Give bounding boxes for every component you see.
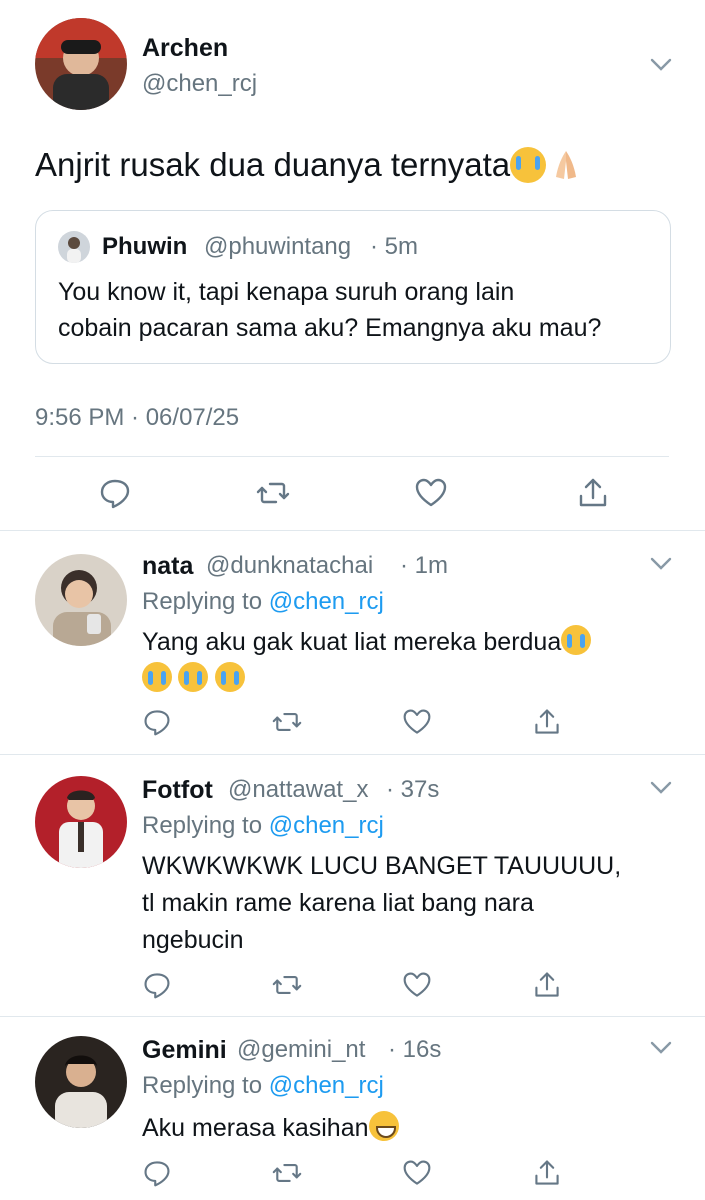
chevron-down-icon[interactable] (650, 781, 672, 795)
divider (0, 530, 705, 531)
reply-age: · 37s (386, 776, 440, 803)
separator (35, 456, 669, 457)
tweet-timestamp[interactable]: 9:56 PM · 06/07/25 (35, 404, 239, 432)
retweet-icon[interactable] (272, 1158, 302, 1188)
reply-icon[interactable] (98, 476, 132, 510)
chevron-down-icon[interactable] (650, 557, 672, 571)
reply-icon[interactable] (142, 707, 172, 737)
replying-handle-link[interactable]: @chen_rcj (269, 1072, 384, 1099)
quoted-tweet-card[interactable]: Phuwin @phuwintang · 5m You know it, tap… (35, 210, 671, 364)
divider (0, 754, 705, 755)
quoted-author-name: Phuwin (102, 233, 188, 260)
share-icon[interactable] (576, 476, 610, 510)
avatar-gemini[interactable] (35, 1036, 127, 1128)
author-handle[interactable]: @chen_rcj (142, 70, 257, 98)
reply-author-name[interactable]: Fotfot (142, 776, 213, 805)
replying-to: Replying to @chen_rcj (142, 812, 384, 840)
avatar-archen[interactable] (35, 18, 127, 110)
reply-age: · 1m (400, 552, 448, 579)
retweet-icon[interactable] (256, 476, 290, 510)
replying-to: Replying to @chen_rcj (142, 588, 384, 616)
like-icon[interactable] (402, 1158, 432, 1188)
quoted-text-line-2: cobain pacaran sama aku? Emangnya aku ma… (58, 314, 602, 342)
avatar-phuwin (58, 231, 90, 263)
chevron-down-icon[interactable] (650, 58, 672, 72)
chevron-down-icon[interactable] (650, 1041, 672, 1055)
replying-prefix: Replying to (142, 588, 263, 615)
reply-icon[interactable] (142, 1158, 172, 1188)
replying-prefix: Replying to (142, 1072, 263, 1099)
like-icon[interactable] (402, 970, 432, 1000)
tweet-text-content: Anjrit rusak dua duanya ternyata (35, 146, 511, 183)
reply-age: · 16s (388, 1036, 442, 1063)
reply-icon[interactable] (142, 970, 172, 1000)
loudly-crying-face-emoji (178, 662, 209, 692)
replying-handle-link[interactable]: @chen_rcj (269, 812, 384, 839)
retweet-icon[interactable] (272, 970, 302, 1000)
loudly-crying-face-emoji (214, 662, 245, 692)
share-icon[interactable] (532, 1158, 562, 1188)
reply-text: Aku merasa kasihan (142, 1110, 401, 1146)
quoted-text-line-1: You know it, tapi kenapa suruh orang lai… (58, 278, 515, 306)
retweet-icon[interactable] (272, 707, 302, 737)
share-icon[interactable] (532, 707, 562, 737)
loudly-crying-face-emoji (142, 662, 172, 692)
reply-author-handle[interactable]: @nattawat_x (228, 776, 368, 804)
divider (0, 1016, 705, 1017)
reply-emoji-row (142, 662, 247, 692)
reply-text-content: Aku merasa kasihan (142, 1114, 369, 1142)
reply-author-handle[interactable]: @dunknatachai (206, 552, 373, 580)
author-name[interactable]: Archen (142, 34, 228, 63)
like-icon[interactable] (402, 707, 432, 737)
share-icon[interactable] (532, 970, 562, 1000)
replying-handle-link[interactable]: @chen_rcj (269, 588, 384, 615)
reply-author-name[interactable]: nata (142, 552, 193, 581)
reply-author-name[interactable]: Gemini (142, 1036, 227, 1065)
folded-hands-emoji (548, 147, 584, 183)
quoted-author-handle: @phuwintang (204, 233, 352, 260)
reply-text-line-2: tl makin rame karena liat bang nara (142, 889, 534, 917)
grinning-face-emoji (368, 1111, 399, 1141)
reply-text: Yang aku gak kuat liat mereka berdua (142, 624, 593, 660)
replying-to: Replying to @chen_rcj (142, 1072, 384, 1100)
reply-author-handle[interactable]: @gemini_nt (237, 1036, 365, 1064)
loudly-crying-face-emoji (510, 147, 547, 183)
reply-text-line-1: WKWKWKWK LUCU BANGET TAUUUUU, (142, 852, 622, 880)
like-icon[interactable] (414, 476, 448, 510)
loudly-crying-face-emoji (561, 625, 592, 655)
avatar-fotfot[interactable] (35, 776, 127, 868)
reply-text-line-3: ngebucin (142, 926, 244, 954)
reply-text-content: Yang aku gak kuat liat mereka berdua (142, 628, 562, 656)
replying-prefix: Replying to (142, 812, 263, 839)
avatar-nata[interactable] (35, 554, 127, 646)
tweet-text: Anjrit rusak dua duanya ternyata (35, 144, 584, 186)
quoted-age: · 5m (370, 233, 418, 260)
